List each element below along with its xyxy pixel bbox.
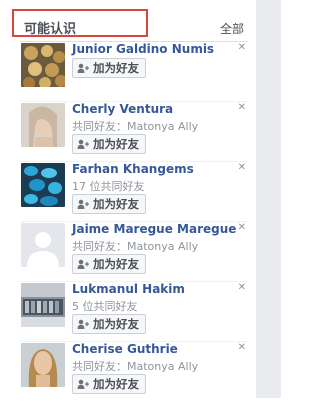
people-you-may-know-header: 可能认识 全部: [12, 9, 248, 41]
list-item: Jaime Maregue Maregue 共同好友：Matonya Ally …: [20, 221, 248, 281]
person-name[interactable]: Cherly Ventura: [72, 102, 173, 116]
close-icon[interactable]: ✕: [238, 42, 246, 53]
list-item: Cherly Ventura 共同好友：Matonya Ally 加为好友 ✕: [20, 101, 248, 161]
add-friend-button[interactable]: 加为好友: [72, 134, 146, 154]
close-icon[interactable]: ✕: [238, 222, 246, 233]
person-name[interactable]: Junior Galdino Numis: [72, 42, 214, 56]
mutual-friends-text: 共同好友：Matonya Ally: [72, 240, 199, 253]
mutual-friends-text: 17 位共同好友: [72, 180, 145, 193]
add-friend-label: 加为好友: [93, 197, 139, 211]
add-friend-button[interactable]: 加为好友: [72, 374, 146, 394]
add-friend-label: 加为好友: [93, 257, 139, 271]
profile-photo[interactable]: [21, 283, 65, 327]
list-item: Cherise Guthrie 共同好友：Matonya Ally 加为好友 ✕: [20, 341, 248, 401]
profile-photo[interactable]: [21, 103, 65, 147]
add-friend-label: 加为好友: [93, 61, 139, 75]
mutual-friends-text: 共同好友：Matonya Ally: [72, 120, 199, 133]
person-name[interactable]: Farhan Khangems: [72, 162, 194, 176]
right-rail: [256, 0, 281, 398]
add-friend-button[interactable]: 加为好友: [72, 254, 146, 274]
see-all-link[interactable]: 全部: [220, 20, 244, 37]
add-friend-label: 加为好友: [93, 137, 139, 151]
add-friend-icon: [77, 379, 89, 390]
mutual-friends-text: 共同好友：Matonya Ally: [72, 360, 199, 373]
close-icon[interactable]: ✕: [238, 102, 246, 113]
list-item: Junior Galdino Numis 加为好友 ✕: [20, 42, 248, 101]
profile-photo[interactable]: [21, 163, 65, 207]
add-friend-label: 加为好友: [93, 317, 139, 331]
add-friend-icon: [77, 139, 89, 150]
section-title: 可能认识: [24, 22, 77, 37]
person-name[interactable]: Lukmanul Hakim: [72, 282, 185, 296]
add-friend-icon: [77, 199, 89, 210]
close-icon[interactable]: ✕: [238, 282, 246, 293]
add-friend-icon: [77, 319, 89, 330]
profile-photo[interactable]: [21, 223, 65, 267]
add-friend-icon: [77, 259, 89, 270]
add-friend-button[interactable]: 加为好友: [72, 194, 146, 214]
add-friend-icon: [77, 63, 89, 74]
list-item: Farhan Khangems 17 位共同好友 加为好友 ✕: [20, 161, 248, 221]
add-friend-button[interactable]: 加为好友: [72, 314, 146, 334]
profile-photo[interactable]: [21, 43, 65, 87]
suggestion-list: Junior Galdino Numis 加为好友 ✕ Cherly Ventu…: [20, 42, 248, 401]
list-item: Lukmanul Hakim 5 位共同好友 加为好友 ✕: [20, 281, 248, 341]
close-icon[interactable]: ✕: [238, 162, 246, 173]
close-icon[interactable]: ✕: [238, 342, 246, 353]
add-friend-button[interactable]: 加为好友: [72, 58, 146, 78]
add-friend-label: 加为好友: [93, 377, 139, 391]
person-name[interactable]: Jaime Maregue Maregue: [72, 222, 236, 236]
person-name[interactable]: Cherise Guthrie: [72, 342, 178, 356]
profile-photo[interactable]: [21, 343, 65, 387]
mutual-friends-text: 5 位共同好友: [72, 300, 138, 313]
